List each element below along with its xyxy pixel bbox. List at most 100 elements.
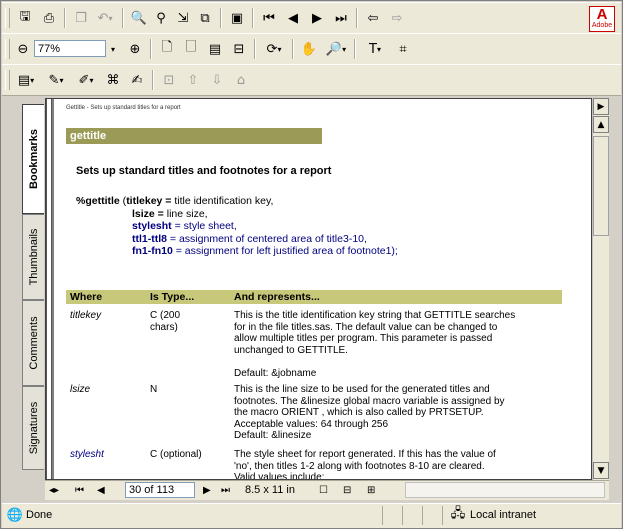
tab-bookmarks[interactable]: Bookmarks [22,104,44,214]
syntax-key[interactable]: ttl1-ttl8 [132,233,167,245]
forward-icon[interactable]: ⇨ [386,7,408,29]
next-page-icon[interactable]: ▶ [203,483,211,498]
syntax-desc: = style sheet, [171,220,237,232]
adobe-logo: A Adobe [589,6,615,32]
link-icon[interactable]: ⌂ [230,69,252,91]
status-bar: 🌐 Done 🖧 Local intranet [2,503,621,528]
note-tool-icon[interactable]: ▤ ▾ [12,69,40,91]
column-header: Where [70,291,103,303]
ie-page-icon: 🌐 [6,507,24,523]
column-header: And represents... [234,291,320,303]
tab-comments[interactable]: Comments [22,300,44,386]
scroll-next-page-icon[interactable]: ▶ [593,98,609,115]
syntax-key[interactable]: stylesht [132,220,172,232]
param-name-link[interactable]: stylesht [70,449,104,461]
page-heading: Sets up standard titles and footnotes fo… [76,165,332,177]
zoom-in-icon[interactable]: ⊕ [124,38,146,60]
toolbar-edit: ▤ ▾ ✎ ▾ ✐ ▾ ⌘ ✍ ⊡ ⇧ ⇩ ⌂ [2,64,621,96]
back-icon[interactable]: ⇦ [362,7,384,29]
scroll-thumb[interactable] [593,136,609,236]
horizontal-scrollbar[interactable] [405,482,605,498]
sign-icon[interactable]: ✍ [126,69,148,91]
topic-banner: gettitle [66,128,322,144]
last-page-icon[interactable]: ⏭ [221,483,230,498]
pencil-tool-icon[interactable]: ✎ ▾ [42,69,70,91]
syntax-key: titlekey = [126,195,175,207]
snapshot-icon[interactable]: ⌗ [392,38,414,60]
tab-signatures[interactable]: Signatures [22,386,44,470]
move-up-icon[interactable]: ⇧ [182,69,204,91]
param-desc: This is the title identification key str… [234,310,516,379]
facing-pages-icon[interactable]: ⊞ [367,483,375,498]
param-desc: The style sheet for report generated. If… [234,449,496,480]
param-name: lsize [70,384,91,395]
scroll-up-icon[interactable]: ▲ [593,116,609,133]
intranet-zone-icon: 🖧 [450,506,466,521]
highlight-tool-icon[interactable]: ✐ ▾ [72,69,100,91]
first-page-icon[interactable]: ⏮ [75,483,84,498]
param-type: N [150,384,158,395]
print-icon[interactable]: ⎙ [38,7,60,29]
select-icon[interactable]: ⇲ [172,7,194,29]
zoom-combo[interactable]: 77% [34,40,106,57]
zoom-tool-icon[interactable]: 🔎 ▾ [322,38,350,60]
move-down-icon[interactable]: ⇩ [206,69,228,91]
page-edge [46,99,52,479]
security-zone: Local intranet [470,509,537,521]
pdf-page: Gettitle - Sets up standard titles for a… [54,99,591,480]
hand-tool-icon[interactable]: ✋ [298,38,320,60]
toolbar-file: 🖫 ⎙ ❐ ↶ ▾ 🔍 ⚲ ⇲ ⧉ ▣ ⏮ ◀ ▶ ⏭ ⇦ ⇨ A Adobe [2,2,621,34]
page-navigation-bar: ◂▸ ⏮ ◀ 30 of 113 ▶ ⏭ 8.5 x 11 in ☐ ⊟ ⊞ [45,480,609,500]
vertical-scrollbar[interactable]: ▶ ▲ ▼ [592,98,609,480]
macro-name: %gettitle [76,195,120,207]
actual-size-icon[interactable]: 🗋 [156,38,178,60]
navigation-tabs: Bookmarks Thumbnails Comments Signatures [22,104,44,480]
zoom-out-icon[interactable]: ⊖ [12,38,34,60]
syntax-key: lsize = [132,207,167,220]
copy-icon[interactable]: ❐ [70,7,92,29]
view-icon[interactable]: ▣ [226,7,248,29]
page-size: 8.5 x 11 in [245,484,295,496]
toolbar-zoom: ⊖ 77% ▾ ⊕ 🗋 🗌 ▤ ⊟ ⟳ ▾ ✋ 🔎 ▾ T ▾ ⌗ [2,33,621,65]
undo-icon[interactable]: ↶ ▾ [92,7,118,29]
single-page-icon[interactable]: ☐ [319,483,328,498]
last-page-icon[interactable]: ⏭ [330,7,352,29]
syntax-desc: = assignment of centered area of title3-… [167,232,367,245]
previous-page-icon[interactable]: ◀ [97,483,105,498]
param-type: C (200 chars) [150,310,181,333]
previous-page-icon[interactable]: ◀ [282,7,304,29]
status-text: Done [26,509,53,521]
table-header: Where Is Type... And represents... [66,290,562,304]
fit-visible-icon[interactable]: ⊟ [228,38,250,60]
column-header: Is Type... [150,291,195,303]
search-icon[interactable]: ⚲ [150,7,172,29]
save-icon[interactable]: 🖫 [14,7,36,29]
page-header: Gettitle - Sets up standard titles for a… [66,105,181,111]
split-handle-icon[interactable]: ◂▸ [49,483,59,498]
syntax-desc: line size, [166,207,208,220]
scroll-down-icon[interactable]: ▼ [593,462,609,479]
toolbar-grip[interactable] [5,70,10,90]
param-name: titlekey [70,310,102,321]
bookmark-icon[interactable]: ⧉ [194,7,216,29]
rotate-icon[interactable]: ⟳ ▾ [260,38,288,60]
syntax-key[interactable]: fn1-fn10 [132,245,173,257]
fit-width-icon[interactable]: ▤ [204,38,226,60]
toolbar-grip[interactable] [5,39,10,59]
continuous-icon[interactable]: ⊟ [343,483,351,498]
next-page-icon[interactable]: ▶ [306,7,328,29]
zoom-dropdown-icon[interactable]: ▾ [106,38,120,60]
crop-icon[interactable]: ⊡ [158,69,180,91]
param-type: C (optional) [150,449,202,460]
document-view[interactable]: Gettitle - Sets up standard titles for a… [45,98,592,480]
page-number-field[interactable]: 30 of 113 [125,482,195,498]
first-page-icon[interactable]: ⏮ [258,7,280,29]
fit-page-icon[interactable]: 🗌 [180,38,202,60]
tab-thumbnails[interactable]: Thumbnails [22,214,44,300]
stamp-icon[interactable]: ⌘ [102,69,124,91]
syntax-block: %gettitle (titlekey = title identificati… [76,195,398,257]
syntax-desc: title identification key, [174,195,274,207]
toolbar-grip[interactable] [5,8,10,28]
text-select-icon[interactable]: T ▾ [360,38,390,60]
find-icon[interactable]: 🔍 [128,7,150,29]
